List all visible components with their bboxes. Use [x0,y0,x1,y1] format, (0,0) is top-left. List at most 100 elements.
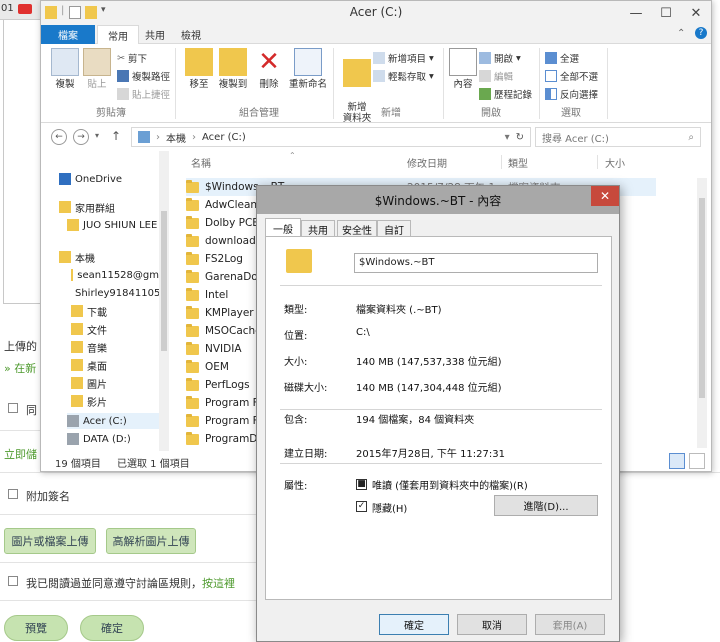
easy-access-button[interactable]: 輕鬆存取 ▾ [373,68,434,84]
close-icon[interactable]: ✕ [681,1,711,25]
readonly-checkbox[interactable]: ■ [356,479,367,490]
invert-selection-button[interactable]: 反向選擇 [545,86,598,102]
folder-icon [186,341,199,355]
file-list-scroll-thumb[interactable] [699,198,705,398]
background-checkbox-1[interactable] [8,403,18,413]
search-input[interactable]: 搜尋 Acer (C:) ⌕ [535,127,701,147]
property-value: C:\ [356,327,370,338]
background-tab-text: 01 [1,3,14,14]
hires-upload-button[interactable]: 高解析圖片上傳 [106,528,196,554]
open-group-label: 開啟 [481,108,501,119]
rename-button[interactable]: 重新命名 [285,48,331,90]
tab-home[interactable]: 常用 [97,25,139,44]
folder-icon [186,269,199,283]
cut-label: 剪下 [127,54,147,65]
property-value: 2015年7月28日, 下午 11:27:31 [356,449,505,460]
property-value: 140 MB (147,537,338 位元組) [356,357,502,368]
cut-button[interactable]: ✂ 剪下 [117,50,147,66]
apply-button[interactable]: 套用(A) [535,614,605,635]
folder-icon [186,323,199,337]
delete-button[interactable]: ✕ 刪除 [249,48,289,90]
chevron-down-icon: ▾ [516,52,521,64]
preview-button[interactable]: 預覽 [4,615,68,641]
details-view-icon[interactable] [669,453,685,469]
new-item-button[interactable]: 新增項目 ▾ [373,50,434,66]
folder-icon [186,251,199,265]
background-save-link[interactable]: 立即儲 [4,446,37,462]
add-signature-checkbox[interactable] [8,489,18,499]
explorer-title: Acer (C:) [349,5,403,19]
select-none-button[interactable]: 全部不選 [545,68,598,84]
minimize-icon[interactable]: — [621,1,651,25]
tab-customize[interactable]: 自訂 [377,220,411,237]
divider [0,430,40,431]
paste-shortcut-icon [117,88,129,100]
column-size[interactable]: 大小 [605,151,625,173]
large-icons-view-icon[interactable] [689,453,705,469]
ok-button[interactable]: 確定 [379,614,449,635]
select-none-label: 全部不選 [560,72,599,83]
close-icon[interactable]: ✕ [591,186,619,206]
open-button[interactable]: 開啟 ▾ [479,50,521,66]
column-name[interactable]: 名稱 [191,151,211,173]
agree-rules-link[interactable]: 按這裡 [202,577,235,590]
file-list-scrollbar[interactable] [697,178,707,448]
upload-file-button[interactable]: 圖片或檔案上傳 [4,528,96,554]
paste-button[interactable]: 貼上 [77,48,117,90]
advanced-button[interactable]: 進階(D)... [494,495,598,516]
help-icon[interactable]: ? [695,27,707,39]
hidden-checkbox[interactable]: ✓ [356,501,367,512]
recent-locations-icon[interactable]: ▾ [95,131,99,140]
history-button[interactable]: 歷程記錄 [479,86,532,102]
tab-general[interactable]: 一般 [265,218,301,237]
tab-sharing[interactable]: 共用 [301,220,335,237]
chevron-down-icon[interactable]: ▾ [101,5,106,15]
background-line-2[interactable]: » 在新 [4,360,36,376]
copy-label: 複製 [55,79,75,90]
tab-view[interactable]: 檢視 [171,25,211,44]
folder-icon [186,179,199,193]
group-separator [607,48,608,119]
invert-selection-label: 反向選擇 [560,90,599,101]
new-folder-label: 新增 資料夾 [342,101,372,125]
edit-icon [479,70,491,82]
rename-label: 重新命名 [288,79,327,90]
tab-security[interactable]: 安全性 [337,220,377,237]
readonly-label: 唯讀 (僅套用到資料夾中的檔案)(R) [372,481,528,492]
chevron-down-icon[interactable]: ▾ [505,132,510,143]
move-to-label: 移至 [189,79,209,90]
copy-to-button[interactable]: 複製到 [213,48,253,90]
copy-icon [51,48,79,76]
back-arrow-icon[interactable]: ← [51,129,67,145]
folder-icon [45,6,57,19]
tab-share[interactable]: 共用 [135,25,175,44]
cancel-button[interactable]: 取消 [457,614,527,635]
breadcrumb-pc[interactable]: 本機 [166,130,186,145]
agree-rules-checkbox[interactable] [8,576,18,586]
divider [280,463,602,464]
edit-button[interactable]: 編輯 [479,68,513,84]
maximize-icon[interactable]: ☐ [651,1,681,25]
folder-icon [186,305,199,319]
tab-file[interactable]: 檔案 [41,25,95,44]
chevron-up-icon[interactable]: ⌃ [677,28,685,39]
copy-path-button[interactable]: 複製路徑 [117,68,170,84]
select-all-button[interactable]: 全選 [545,50,579,66]
folder-icon [186,197,199,211]
up-arrow-icon[interactable]: ↑ [111,129,121,143]
refresh-icon[interactable]: ↻ [516,132,524,143]
column-type[interactable]: 類型 [508,151,528,173]
forward-arrow-icon[interactable]: → [73,129,89,145]
breadcrumb-drive[interactable]: Acer (C:) [202,132,246,143]
easy-access-icon [373,70,385,82]
confirm-button[interactable]: 確定 [80,615,144,641]
new-folder-quick-icon[interactable] [85,6,97,19]
move-to-icon [185,48,213,76]
paste-shortcut-button[interactable]: 貼上捷徑 [117,86,170,102]
new-item-label: 新增項目 [388,54,427,65]
property-label: 包含: [284,415,308,426]
address-bar[interactable]: › 本機 › Acer (C:) ▾ ↻ [131,127,531,147]
properties-quick-icon[interactable] [69,6,81,19]
properties-button[interactable]: 內容 [443,48,483,90]
column-modified[interactable]: 修改日期 [407,151,447,173]
